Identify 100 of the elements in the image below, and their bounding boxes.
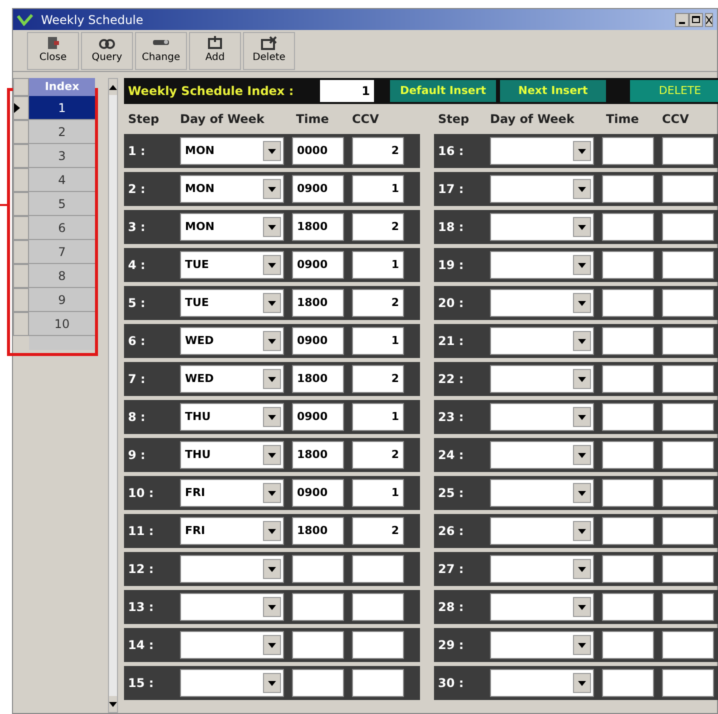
day-dropdown[interactable]: THU	[180, 403, 284, 431]
ccv-field[interactable]	[662, 479, 714, 507]
index-cell[interactable]: 7	[29, 240, 95, 264]
ccv-field[interactable]	[662, 555, 714, 583]
time-field[interactable]: 0900	[292, 251, 344, 279]
index-field[interactable]: 1	[320, 80, 374, 102]
ccv-field[interactable]	[662, 327, 714, 355]
ccv-field[interactable]	[662, 289, 714, 317]
day-dropdown[interactable]: THU	[180, 441, 284, 469]
ccv-field[interactable]: 2	[352, 289, 404, 317]
toolbar-button[interactable]: Close	[27, 32, 79, 70]
insert-button[interactable]: DELETE	[630, 80, 718, 102]
ccv-field[interactable]: 2	[352, 137, 404, 165]
ccv-field[interactable]: 1	[352, 479, 404, 507]
index-cell[interactable]: 4	[29, 168, 95, 192]
day-dropdown[interactable]	[180, 593, 284, 621]
time-field[interactable]: 1800	[292, 289, 344, 317]
toolbar-button[interactable]: Change	[135, 32, 187, 70]
day-dropdown[interactable]: MON	[180, 213, 284, 241]
ccv-field[interactable]	[352, 593, 404, 621]
index-cell[interactable]: 9	[29, 288, 95, 312]
day-dropdown[interactable]: FRI	[180, 479, 284, 507]
index-cell[interactable]: 3	[29, 144, 95, 168]
day-dropdown[interactable]	[490, 479, 594, 507]
toolbar-button[interactable]: Delete	[243, 32, 295, 70]
index-cell[interactable]: 2	[29, 120, 95, 144]
ccv-field[interactable]: 1	[352, 403, 404, 431]
day-dropdown[interactable]	[490, 517, 594, 545]
time-field[interactable]	[602, 441, 654, 469]
index-cell[interactable]: 6	[29, 216, 95, 240]
ccv-field[interactable]: 2	[352, 441, 404, 469]
time-field[interactable]	[602, 555, 654, 583]
index-cell[interactable]: 1	[29, 96, 95, 120]
day-dropdown[interactable]	[490, 251, 594, 279]
day-dropdown[interactable]: MON	[180, 137, 284, 165]
time-field[interactable]: 1800	[292, 517, 344, 545]
day-dropdown[interactable]: FRI	[180, 517, 284, 545]
time-field[interactable]	[602, 593, 654, 621]
day-dropdown[interactable]	[490, 137, 594, 165]
time-field[interactable]	[602, 327, 654, 355]
index-cell[interactable]: 10	[29, 312, 95, 336]
day-dropdown[interactable]	[180, 631, 284, 659]
row-selector[interactable]	[13, 96, 29, 120]
day-dropdown[interactable]	[490, 555, 594, 583]
day-dropdown[interactable]	[490, 669, 594, 697]
ccv-field[interactable]	[662, 175, 714, 203]
ccv-field[interactable]	[662, 517, 714, 545]
insert-button[interactable]: Next Insert	[500, 80, 606, 102]
time-field[interactable]	[292, 631, 344, 659]
time-field[interactable]: 1800	[292, 441, 344, 469]
time-field[interactable]	[602, 289, 654, 317]
time-field[interactable]	[602, 137, 654, 165]
day-dropdown[interactable]	[490, 213, 594, 241]
ccv-field[interactable]	[662, 137, 714, 165]
time-field[interactable]	[602, 251, 654, 279]
day-dropdown[interactable]	[490, 441, 594, 469]
time-field[interactable]	[292, 669, 344, 697]
day-dropdown[interactable]	[490, 365, 594, 393]
scroll-down-icon[interactable]	[109, 696, 117, 712]
ccv-field[interactable]	[662, 631, 714, 659]
ccv-field[interactable]	[662, 251, 714, 279]
toolbar-button[interactable]: Query	[81, 32, 133, 70]
day-dropdown[interactable]: WED	[180, 365, 284, 393]
day-dropdown[interactable]: MON	[180, 175, 284, 203]
index-cell[interactable]: 5	[29, 192, 95, 216]
time-field[interactable]: 0900	[292, 403, 344, 431]
day-dropdown[interactable]: TUE	[180, 289, 284, 317]
ccv-field[interactable]: 1	[352, 327, 404, 355]
day-dropdown[interactable]	[490, 403, 594, 431]
day-dropdown[interactable]	[490, 593, 594, 621]
time-field[interactable]	[602, 365, 654, 393]
close-icon[interactable]	[705, 12, 713, 26]
day-dropdown[interactable]	[490, 289, 594, 317]
insert-button[interactable]: Default Insert	[390, 80, 496, 102]
time-field[interactable]	[602, 631, 654, 659]
ccv-field[interactable]	[352, 555, 404, 583]
ccv-field[interactable]	[662, 365, 714, 393]
time-field[interactable]: 1800	[292, 213, 344, 241]
time-field[interactable]: 0000	[292, 137, 344, 165]
time-field[interactable]	[602, 213, 654, 241]
day-dropdown[interactable]: WED	[180, 327, 284, 355]
time-field[interactable]: 0900	[292, 175, 344, 203]
time-field[interactable]	[292, 555, 344, 583]
day-dropdown[interactable]	[490, 631, 594, 659]
minimize-icon[interactable]	[675, 12, 689, 26]
ccv-field[interactable]: 1	[352, 251, 404, 279]
time-field[interactable]	[292, 593, 344, 621]
time-field[interactable]	[602, 403, 654, 431]
ccv-field[interactable]: 1	[352, 175, 404, 203]
ccv-field[interactable]	[662, 213, 714, 241]
time-field[interactable]	[602, 479, 654, 507]
time-field[interactable]	[602, 175, 654, 203]
time-field[interactable]	[602, 517, 654, 545]
time-field[interactable]	[602, 669, 654, 697]
day-dropdown[interactable]: TUE	[180, 251, 284, 279]
day-dropdown[interactable]	[180, 555, 284, 583]
toolbar-button[interactable]: Add	[189, 32, 241, 70]
ccv-field[interactable]: 2	[352, 365, 404, 393]
day-dropdown[interactable]	[180, 669, 284, 697]
index-cell[interactable]: 8	[29, 264, 95, 288]
